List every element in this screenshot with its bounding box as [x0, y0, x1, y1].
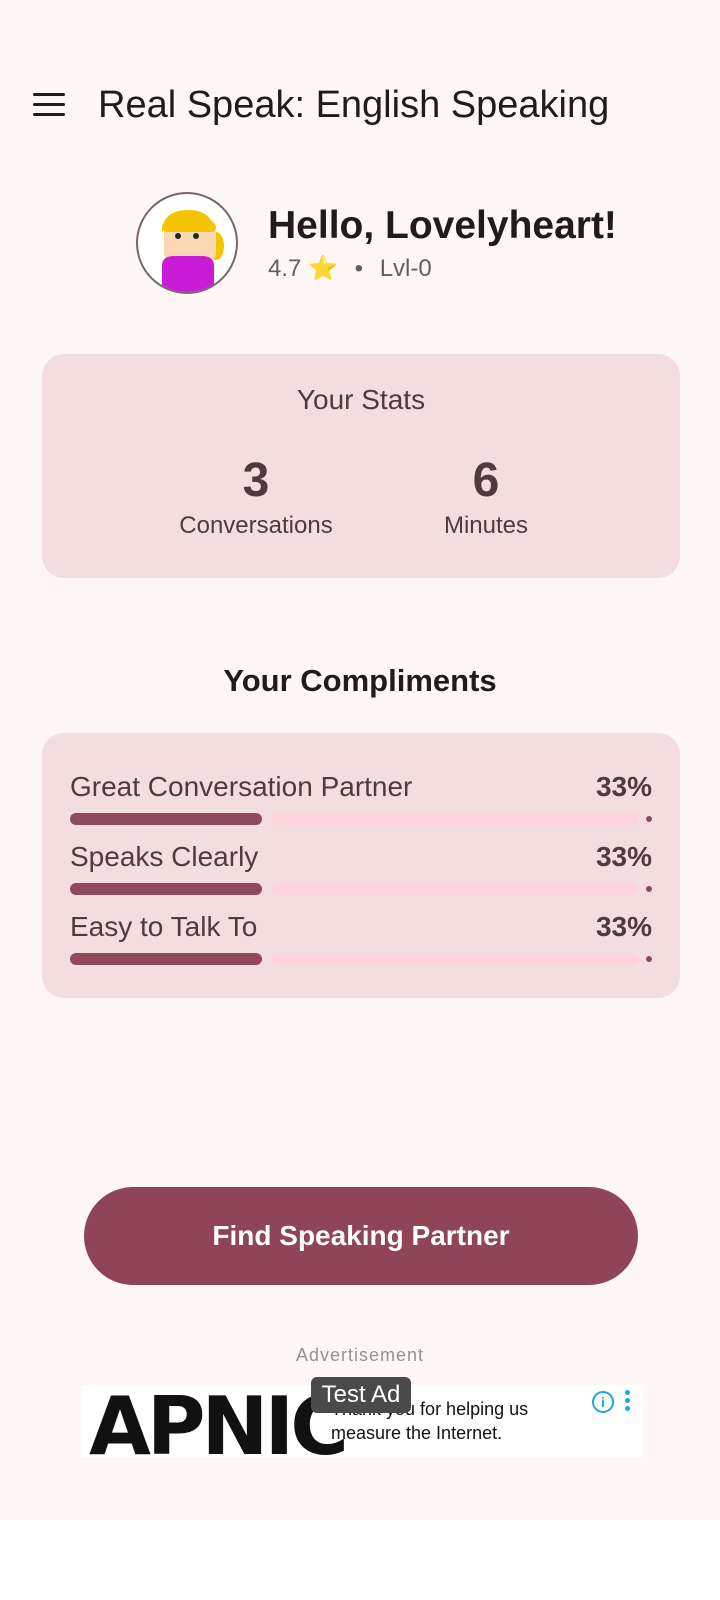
progress-track	[272, 883, 638, 895]
avatar[interactable]	[136, 192, 238, 294]
top-app-bar: Real Speak: English Speaking	[0, 60, 720, 150]
progress-fill	[70, 883, 262, 895]
compliment-row: Speaks Clearly 33%	[70, 841, 652, 901]
compliment-label: Great Conversation Partner	[70, 771, 413, 802]
stat-label: Minutes	[443, 512, 529, 539]
compliment-label: Speaks Clearly	[70, 841, 259, 872]
ad-logo[interactable]: APNIC	[89, 1387, 349, 1458]
more-vert-icon[interactable]	[622, 1389, 632, 1413]
progress-track	[272, 953, 638, 965]
compliment-progress-bar	[70, 813, 652, 825]
profile-meta: 4.7 ⭐ • Lvl-0	[268, 254, 432, 283]
stats-card: Your Stats 3 Conversations 6 Minutes	[42, 354, 680, 578]
level-text: Lvl-0	[379, 255, 432, 282]
star-icon: ⭐	[308, 255, 338, 282]
compliment-percent: 33%	[595, 911, 652, 942]
compliment-progress-bar	[70, 883, 652, 895]
advertisement-label: Advertisement	[295, 1345, 425, 1365]
stat-value: 3	[242, 454, 270, 507]
progress-fill	[70, 813, 262, 825]
stats-title: Your Stats	[296, 384, 426, 415]
stat-conversations: 3 Conversations	[136, 454, 376, 540]
stat-value: 6	[472, 454, 500, 507]
compliments-card: Great Conversation Partner 33% Speaks Cl…	[42, 733, 680, 998]
profile-header: Hello, Lovelyheart! 4.7 ⭐ • Lvl-0	[0, 188, 720, 298]
stat-label: Conversations	[179, 512, 333, 539]
progress-end-dot	[646, 886, 652, 892]
stat-minutes: 6 Minutes	[366, 454, 606, 540]
compliments-heading: Your Compliments	[223, 663, 497, 698]
separator-dot: •	[354, 255, 364, 282]
compliment-percent: 33%	[595, 841, 652, 872]
app-title: Real Speak: English Speaking	[98, 84, 610, 126]
progress-end-dot	[646, 816, 652, 822]
find-speaking-partner-button[interactable]: Find Speaking Partner	[84, 1187, 638, 1285]
test-ad-badge: Test Ad	[311, 1377, 411, 1413]
progress-fill	[70, 953, 262, 965]
progress-track	[272, 813, 638, 825]
bottom-safe-area	[0, 1520, 720, 1600]
compliment-percent: 33%	[595, 771, 652, 802]
rating-value: 4.7	[268, 255, 302, 282]
info-icon[interactable]: i	[592, 1391, 614, 1413]
progress-end-dot	[646, 956, 652, 962]
compliment-progress-bar	[70, 953, 652, 965]
menu-icon[interactable]	[20, 83, 76, 127]
compliment-row: Easy to Talk To 33%	[70, 911, 652, 971]
avatar-girl-icon	[162, 210, 224, 292]
greeting-text: Hello, Lovelyheart!	[268, 204, 617, 247]
compliment-row: Great Conversation Partner 33%	[70, 771, 652, 831]
compliment-label: Easy to Talk To	[70, 911, 258, 942]
